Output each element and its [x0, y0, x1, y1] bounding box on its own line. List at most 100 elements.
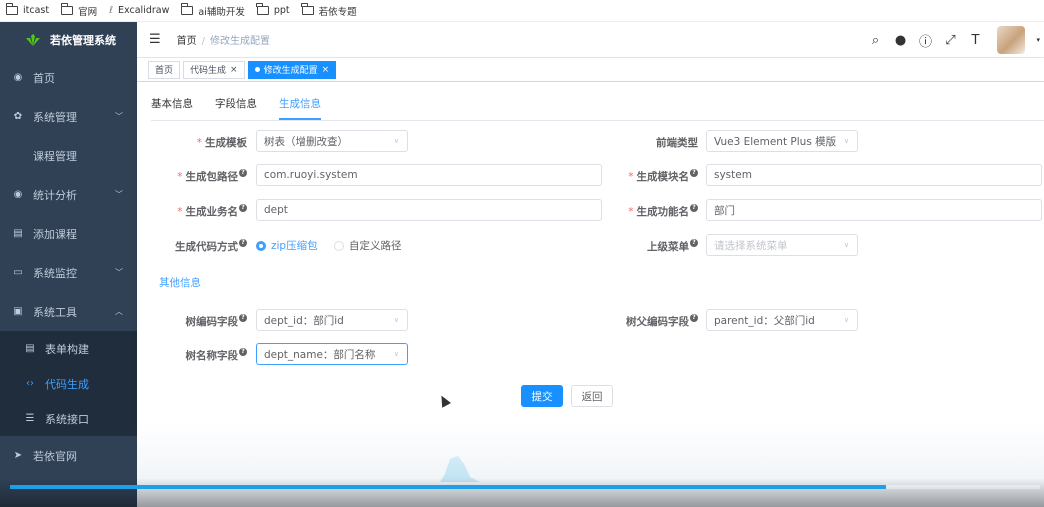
- treename-label: 树名称字段?: [137, 348, 247, 363]
- sidebar-item-api[interactable]: ☰ 系统接口: [0, 401, 137, 436]
- question-icon: ?: [690, 239, 698, 247]
- question-icon: ?: [239, 239, 247, 247]
- send-icon: ➤: [13, 450, 23, 461]
- radio-unchecked-icon: [334, 240, 344, 251]
- bookmarks-bar: itcast 官网 ℓ Excalidraw ai辅助开发 ppt 若依专题: [0, 0, 1044, 22]
- question-icon: ?: [239, 204, 247, 212]
- submit-button[interactable]: 提交: [521, 385, 563, 407]
- folder-icon: [180, 3, 194, 15]
- module-input[interactable]: system: [706, 164, 1042, 186]
- chevron-down-icon: ∨: [393, 137, 399, 145]
- sidebar-item-course[interactable]: 课程管理: [0, 136, 137, 175]
- chevron-down-icon: ∨: [393, 316, 399, 324]
- chevron-down-icon: ∨: [843, 241, 849, 249]
- sidebar-item-form-builder[interactable]: ▤ 表单构建: [0, 331, 137, 366]
- navbar: ☰ 首页 / 修改生成配置 ⌕ ● ⓘ ⤢ T ▾: [137, 22, 1044, 58]
- tab-codegen[interactable]: 代码生成 ×: [183, 60, 245, 79]
- sidebar-item-tools[interactable]: ▣ 系统工具 ︿: [0, 292, 137, 331]
- treename-select[interactable]: dept_name：部门名称 ∨: [256, 343, 408, 365]
- package-label: * 生成包路径?: [137, 169, 247, 184]
- close-icon[interactable]: ×: [322, 65, 330, 75]
- treeparent-select[interactable]: parent_id：父部门id ∨: [706, 309, 858, 331]
- table-icon: ▤: [25, 343, 35, 354]
- parentmenu-select[interactable]: 请选择系统菜单 ∨: [706, 234, 858, 256]
- video-progress-bar[interactable]: [10, 485, 1040, 489]
- function-input[interactable]: 部门: [706, 199, 1042, 221]
- font-size-icon[interactable]: T: [968, 33, 982, 48]
- back-button[interactable]: 返回: [571, 385, 613, 407]
- logo-icon: [26, 34, 40, 46]
- sidebar-item-home[interactable]: ◉ 首页: [0, 58, 137, 97]
- tab-home[interactable]: 首页: [148, 60, 181, 79]
- github-icon[interactable]: ●: [893, 33, 907, 48]
- search-icon[interactable]: ⌕: [868, 33, 882, 48]
- bookmark-item[interactable]: ℓ Excalidraw: [109, 5, 169, 16]
- tab-basic-info[interactable]: 基本信息: [151, 96, 193, 120]
- hamburger-icon[interactable]: ☰: [149, 32, 161, 47]
- chevron-down-icon: ﹀: [115, 112, 123, 121]
- breadcrumb-home[interactable]: 首页: [177, 36, 197, 47]
- sidebar-item-website[interactable]: ➤ 若依官网: [0, 436, 137, 475]
- content-card: 基本信息 字段信息 生成信息 * 生成模板 树表（增删改查） ∨ 前端类型 Vue3…: [137, 82, 1044, 423]
- bookmark-item[interactable]: ppt: [256, 3, 290, 16]
- chevron-up-icon: ︿: [115, 307, 123, 316]
- tab-field-info[interactable]: 字段信息: [215, 96, 257, 120]
- bookmark-item[interactable]: itcast: [5, 3, 49, 16]
- question-icon: ?: [239, 348, 247, 356]
- question-icon: ?: [690, 204, 698, 212]
- app-title: 若依管理系统: [50, 34, 116, 47]
- tab-edit-config[interactable]: 修改生成配置 ×: [247, 60, 337, 79]
- pen-icon: ℓ: [109, 5, 114, 16]
- treecode-label: 树编码字段?: [137, 314, 247, 329]
- gentype-label: 生成代码方式?: [137, 239, 247, 254]
- monitor-icon: ▭: [13, 267, 23, 278]
- divider: [151, 120, 1044, 121]
- folder-icon: [60, 3, 74, 15]
- navbar-right: ⌕ ● ⓘ ⤢ T ▾: [868, 22, 1044, 58]
- chevron-down-icon: ﹀: [115, 268, 123, 277]
- question-icon: ?: [239, 169, 247, 177]
- video-overlay: [0, 478, 1044, 507]
- chevron-down-icon: ∨: [393, 350, 399, 358]
- frontend-select[interactable]: Vue3 Element Plus 模版 ∨: [706, 130, 858, 152]
- avatar[interactable]: [997, 26, 1026, 54]
- tab-gen-info[interactable]: 生成信息: [279, 96, 321, 120]
- table-icon: ▤: [13, 228, 23, 239]
- sidebar-item-add-course[interactable]: ▤ 添加课程: [0, 214, 137, 253]
- module-label: * 生成模块名?: [588, 169, 698, 184]
- bookmark-item[interactable]: 若依专题: [301, 3, 357, 18]
- close-icon[interactable]: ×: [230, 65, 238, 75]
- sidebar-item-system[interactable]: ✿ 系统管理 ﹀: [0, 97, 137, 136]
- radio-custom-path[interactable]: 自定义路径: [334, 238, 402, 253]
- bookmark-item[interactable]: ai辅助开发: [180, 3, 245, 18]
- template-label: * 生成模板: [196, 137, 247, 149]
- template-select[interactable]: 树表（增删改查） ∨: [256, 130, 408, 152]
- sliders-icon: ☰: [25, 413, 35, 424]
- radio-zip[interactable]: zip压缩包: [256, 238, 318, 253]
- chevron-down-icon: ∨: [843, 137, 849, 145]
- question-icon: ?: [239, 314, 247, 322]
- folder-icon: [5, 3, 18, 15]
- active-dot: [254, 67, 260, 72]
- fullscreen-icon[interactable]: ⤢: [943, 33, 957, 48]
- business-input[interactable]: dept: [256, 199, 602, 221]
- treecode-select[interactable]: dept_id：部门id ∨: [256, 309, 408, 331]
- question-icon[interactable]: ⓘ: [918, 31, 932, 50]
- breadcrumb-current: 修改生成配置: [210, 36, 271, 47]
- sidebar: 若依管理系统 ◉ 首页 ✿ 系统管理 ﹀ 课程管理 ◉ 统计分析 ﹀ ▤ 添加课程 ▭ 系统监…: [0, 22, 137, 507]
- app-logo[interactable]: 若依管理系统: [0, 22, 137, 58]
- package-input[interactable]: com.ruoyi.system: [256, 164, 602, 186]
- frontend-label: 前端类型: [656, 137, 698, 149]
- sidebar-item-monitor[interactable]: ▭ 系统监控 ﹀: [0, 253, 137, 292]
- gear-icon: ✿: [13, 111, 23, 122]
- chevron-down-icon: ﹀: [115, 190, 123, 199]
- parentmenu-label: 上级菜单?: [588, 239, 698, 254]
- sidebar-item-stats[interactable]: ◉ 统计分析 ﹀: [0, 175, 137, 214]
- sidebar-item-codegen[interactable]: ‹› 代码生成: [0, 366, 137, 401]
- question-icon: ?: [690, 314, 698, 322]
- breadcrumb: 首页 / 修改生成配置: [176, 36, 271, 47]
- bookmark-item[interactable]: 官网: [60, 3, 97, 18]
- chevron-down-icon: ∨: [843, 316, 849, 324]
- caret-down-icon[interactable]: ▾: [1036, 36, 1040, 44]
- question-icon: ?: [690, 169, 698, 177]
